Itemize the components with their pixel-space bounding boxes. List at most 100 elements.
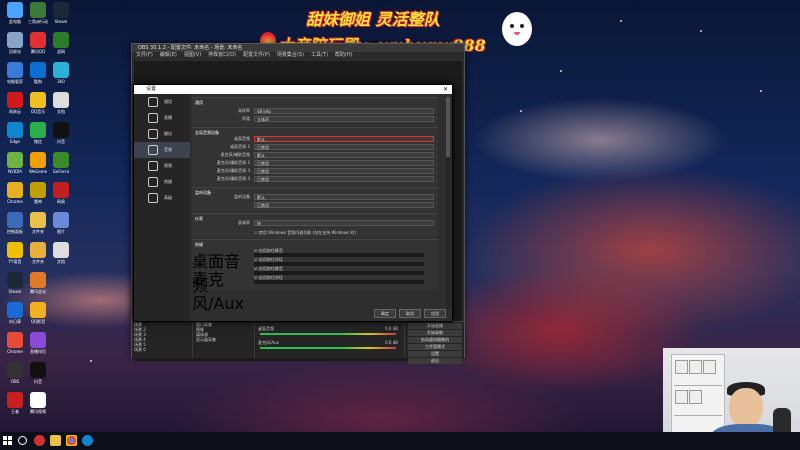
- desktop-icon[interactable]: 腾讯会议: [25, 272, 51, 294]
- desktop-icon[interactable]: 图片: [48, 212, 74, 234]
- setting-dropdown[interactable]: 48 kHz: [254, 108, 434, 114]
- section-header: 通用: [195, 100, 203, 105]
- settings-dialog: 设置 ✕ 通用 直播 输出 音频 视频 热键 高级 通用 采样率 48 kHz 声道 立体声 全局音频…: [133, 84, 453, 322]
- desktop-icon[interactable]: GeForce: [48, 152, 74, 174]
- star: [620, 20, 622, 22]
- app-icon: [7, 122, 23, 138]
- setting-dropdown[interactable]: 已禁用: [254, 168, 434, 174]
- figure-box: [689, 360, 702, 374]
- star: [560, 70, 562, 72]
- hotkey-label: 麦克风/Aux: [192, 270, 244, 313]
- edge-icon[interactable]: [82, 435, 93, 446]
- desktop-icon[interactable]: 直播伴侣: [25, 332, 51, 354]
- setting-label: 麦克风/辅助音频 2: [216, 160, 250, 165]
- mixer-level: 0.0 dB: [385, 326, 398, 331]
- desktop-icon[interactable]: 文档: [48, 242, 74, 264]
- obs-menubar: 文件(F) 编辑(E) 视图(V) 停靠窗口(D) 配置文件(P) 场景集合(S) 工具(T…: [132, 52, 464, 59]
- close-icon[interactable]: ✕: [443, 85, 448, 94]
- menu-item[interactable]: 场景集合(S): [277, 52, 304, 58]
- control-button[interactable]: 退出: [408, 358, 462, 364]
- sidebar-item-broadcast[interactable]: 直播: [134, 110, 190, 126]
- desktop-icon[interactable]: 网易: [48, 182, 74, 204]
- setting-row: 桌面音频 默认: [192, 136, 438, 142]
- mixer-channel: 麦克风/Aux 0.0 dB: [256, 340, 402, 345]
- app-icon: [53, 2, 69, 18]
- delay-slider[interactable]: [254, 280, 424, 284]
- setting-dropdown[interactable]: 已禁用: [254, 160, 434, 166]
- scene-item[interactable]: 场景 6: [132, 347, 192, 352]
- app-icon: [7, 92, 23, 108]
- star: [90, 360, 92, 362]
- control-button[interactable]: 工作室模式: [408, 344, 462, 350]
- checkbox-ducking[interactable]: ☐ 禁用 Windows 音频闪避功能 (仅在支持 Windows 时): [254, 230, 356, 236]
- dialog-button[interactable]: 取消: [399, 309, 421, 318]
- sidebar-item-output[interactable]: 输出: [134, 126, 190, 142]
- desktop-icon[interactable]: 抖音: [48, 122, 74, 144]
- setting-dropdown[interactable]: 已禁用: [254, 144, 434, 150]
- menu-item[interactable]: 工具(T): [311, 52, 328, 58]
- chrome-icon[interactable]: [66, 435, 77, 446]
- sidebar-item-monitor[interactable]: 视频: [134, 158, 190, 174]
- speaker-icon: [148, 145, 158, 155]
- setting-label: 监听设备: [234, 194, 250, 199]
- settings-section: 热键 桌面音频 ☑ 启用按住静音 ☑ 启用按住讲话 麦克风/Aux ☑ 启用按住静音 ☑ 启…: [192, 239, 438, 313]
- desktop-icon[interactable]: QQ影音: [25, 302, 51, 324]
- menu-item[interactable]: 停靠窗口(D): [208, 52, 236, 58]
- setting-dropdown[interactable]: 默认: [254, 152, 434, 158]
- desktop-icon-label: 直播伴侣: [30, 349, 46, 354]
- desktop-icon-label: 腾讯视频: [30, 409, 46, 414]
- control-button[interactable]: 开始录制: [408, 330, 462, 336]
- setting-dropdown[interactable]: 已禁用: [254, 176, 434, 182]
- control-button[interactable]: 设置: [408, 351, 462, 357]
- dialog-button[interactable]: 应用: [424, 309, 446, 318]
- desktop-icon[interactable]: 抖音: [25, 362, 51, 384]
- setting-row: 采样率 48 kHz: [192, 108, 438, 114]
- setting-row: 麦克风/辅助音频 3 已禁用: [192, 168, 438, 174]
- settings-content: 通用 采样率 48 kHz 声道 立体声 全局音频设备 桌面音频 默认 桌面音频 2 已禁用 麦克风…: [192, 97, 438, 313]
- menu-item[interactable]: 文件(F): [136, 52, 153, 58]
- dialog-buttons: 确定 取消 应用: [371, 300, 446, 319]
- setting-dropdown[interactable]: 立体声: [254, 116, 434, 122]
- setting-dropdown[interactable]: 默认: [254, 136, 434, 142]
- obs-dock: 场景 场景 2 场景 3 场景 4 场景 5 场景 6 窗口采集 图像 媒体源 显示器采集 桌面…: [132, 321, 464, 364]
- control-button[interactable]: 启动虚拟摄像机: [408, 337, 462, 343]
- menu-item[interactable]: 配置文件(P): [243, 52, 270, 58]
- sidebar-item-gear[interactable]: 通用: [134, 94, 190, 110]
- figure-box: [675, 360, 688, 374]
- settings-title: 设置: [146, 86, 157, 92]
- mixer-channel: 桌面音频 0.0 dB: [256, 326, 402, 331]
- menu-item[interactable]: 编辑(E): [160, 52, 177, 58]
- menu-item[interactable]: 帮助(H): [335, 52, 353, 58]
- desktop-icon[interactable]: 战网: [48, 32, 74, 54]
- control-button[interactable]: 开始直播: [408, 323, 462, 329]
- desktop-icon-label: 抖音: [57, 139, 65, 144]
- obs-icon[interactable]: [34, 435, 45, 446]
- app-icon: [53, 62, 69, 78]
- dialog-button[interactable]: 确定: [374, 309, 396, 318]
- setting-dropdown[interactable]: 快: [254, 220, 434, 226]
- desktop-icon-label: 360: [57, 79, 65, 84]
- desktop-icon[interactable]: 360: [48, 62, 74, 84]
- setting-dropdown[interactable]: 已禁用: [254, 202, 434, 208]
- sidebar-item-keyboard[interactable]: 热键: [134, 174, 190, 190]
- desktop-icon-label: 抖音: [34, 379, 42, 384]
- source-item[interactable]: 显示器采集: [194, 337, 254, 342]
- windows-start-icon[interactable]: [3, 436, 12, 445]
- sidebar-item-wrench[interactable]: 高级: [134, 190, 190, 206]
- figure-box: [689, 390, 702, 404]
- desktop-icon-label: QQ影音: [30, 319, 46, 324]
- desktop-icon[interactable]: 文档: [48, 92, 74, 114]
- app-icon: [7, 32, 23, 48]
- settings-section: 通用 采样率 48 kHz 声道 立体声: [192, 97, 438, 126]
- file-explorer-icon[interactable]: [50, 435, 61, 446]
- settings-section: 仪表 衰减率快 ☐ 禁用 Windows 音频闪避功能 (仅在支持 Windows …: [192, 213, 438, 238]
- setting-row: 麦克风/辅助音频 默认: [192, 152, 438, 158]
- setting-dropdown[interactable]: 默认: [254, 194, 434, 200]
- sidebar-item-speaker[interactable]: 音频: [134, 142, 190, 158]
- desktop-icon[interactable]: Steam: [48, 2, 74, 24]
- search-icon[interactable]: [18, 436, 27, 445]
- desktop-icon[interactable]: 腾讯视频: [25, 392, 51, 414]
- settings-scrollbar[interactable]: [446, 97, 450, 309]
- app-icon: [30, 152, 46, 168]
- menu-item[interactable]: 视图(V): [184, 52, 201, 58]
